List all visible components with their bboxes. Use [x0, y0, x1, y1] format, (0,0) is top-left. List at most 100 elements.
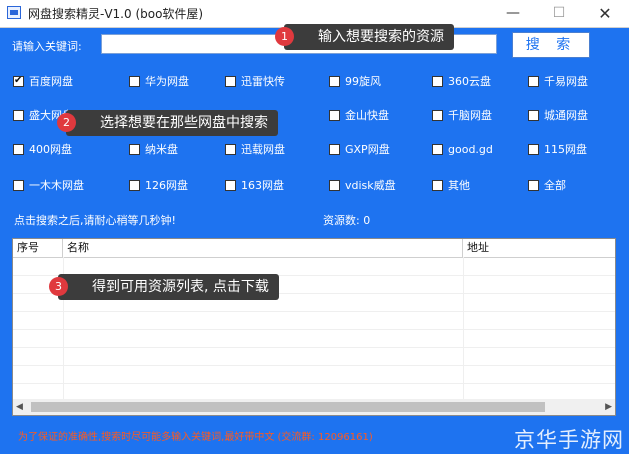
checkbox-label: 99旋风 [345, 75, 381, 88]
checkbox-label: vdisk威盘 [345, 179, 396, 192]
app-window: 网盘搜索精灵-V1.0 (boo软件屋) — ☐ ✕ 请输入关键词: 搜 索 百… [0, 0, 629, 454]
checkbox-label: 400网盘 [29, 143, 72, 156]
callout-text: 得到可用资源列表, 点击下载 [92, 279, 269, 295]
checkbox-label: 360云盘 [448, 75, 491, 88]
checkbox-label: 迅雷快传 [241, 75, 285, 88]
row-divider [13, 347, 615, 348]
scroll-right-icon[interactable]: ▶ [605, 402, 612, 412]
checkbox-box[interactable] [528, 110, 539, 121]
checkbox-box[interactable] [129, 144, 140, 155]
checkbox-box[interactable] [528, 144, 539, 155]
scroll-left-icon[interactable]: ◀ [16, 402, 23, 412]
minimize-button[interactable]: — [490, 0, 536, 27]
search-hint: 点击搜索之后,请耐心稍等几秒钟! [14, 214, 176, 227]
resource-count: 资源数: 0 [323, 214, 371, 227]
callout-2: 2 选择想要在那些网盘中搜索 [57, 110, 278, 136]
close-button[interactable]: ✕ [582, 0, 628, 27]
checkbox-label: 其他 [448, 179, 470, 192]
footer-note: 为了保证的准确性,搜索时尽可能多输入关键词,最好带中文 (交流群: 120961… [18, 432, 373, 443]
checkbox-qiannao[interactable]: 千脑网盘 [432, 109, 492, 125]
results-list[interactable]: 序号 名称 地址 ◀ ▶ [12, 238, 616, 416]
list-header: 序号 名称 地址 [13, 239, 615, 258]
keyword-label: 请输入关键词: [12, 40, 82, 53]
callout-3: 3 得到可用资源列表, 点击下载 [49, 274, 279, 300]
window-title: 网盘搜索精灵-V1.0 (boo软件屋) [28, 7, 204, 21]
checkbox-other[interactable]: 其他 [432, 179, 470, 195]
checkbox-126[interactable]: 126网盘 [129, 179, 188, 195]
checkbox-box[interactable] [329, 144, 340, 155]
checkbox-nami[interactable]: 纳米盘 [129, 143, 178, 159]
callout-number: 3 [49, 277, 68, 296]
checkbox-huawei[interactable]: 华为网盘 [129, 75, 189, 91]
checkbox-box[interactable] [329, 76, 340, 87]
checkbox-box[interactable] [13, 180, 24, 191]
checkbox-label: GXP网盘 [345, 143, 390, 156]
checkbox-baidu[interactable]: 百度网盘 [13, 74, 73, 91]
callout-number: 1 [275, 27, 294, 46]
checkbox-box[interactable] [225, 76, 236, 87]
checkbox-label: 迅载网盘 [241, 143, 285, 156]
checkbox-box[interactable] [432, 76, 443, 87]
checkbox-label: 城通网盘 [544, 109, 588, 122]
callout-text: 输入想要搜索的资源 [318, 29, 444, 45]
checkbox-goodgd[interactable]: good.gd [432, 143, 493, 159]
checkbox-label: 全部 [544, 179, 566, 192]
checkbox-box[interactable] [528, 76, 539, 87]
maximize-button[interactable]: ☐ [536, 0, 582, 27]
checkbox-163[interactable]: 163网盘 [225, 179, 284, 195]
checkbox-box[interactable] [129, 76, 140, 87]
checkbox-box[interactable] [432, 180, 443, 191]
callout-number: 2 [57, 113, 76, 132]
row-divider [13, 311, 615, 312]
checkbox-qianyi[interactable]: 千易网盘 [528, 75, 588, 91]
checkbox-box[interactable] [225, 180, 236, 191]
checkbox-gxp[interactable]: GXP网盘 [329, 143, 390, 159]
column-header-index[interactable]: 序号 [13, 239, 63, 257]
checkbox-xunzai[interactable]: 迅载网盘 [225, 143, 285, 159]
checkbox-box[interactable] [13, 144, 24, 155]
checkbox-box[interactable] [129, 180, 140, 191]
app-icon [7, 6, 21, 19]
checkbox-box[interactable] [329, 110, 340, 121]
checkbox-label: 纳米盘 [145, 143, 178, 156]
checkbox-box[interactable] [329, 180, 340, 191]
checkbox-99[interactable]: 99旋风 [329, 75, 381, 91]
checkbox-label: 千易网盘 [544, 75, 588, 88]
column-header-address[interactable]: 地址 [463, 239, 615, 257]
checkbox-label: 126网盘 [145, 179, 188, 192]
checkbox-label: 千脑网盘 [448, 109, 492, 122]
column-divider [463, 257, 464, 399]
checkbox-yimumu[interactable]: 一木木网盘 [13, 179, 84, 195]
checkbox-vdisk[interactable]: vdisk威盘 [329, 179, 396, 195]
horizontal-scrollbar[interactable]: ◀ ▶ [13, 399, 615, 415]
checkbox-chengtong[interactable]: 城通网盘 [528, 109, 588, 125]
checkbox-xunlei[interactable]: 迅雷快传 [225, 75, 285, 91]
column-header-name[interactable]: 名称 [63, 239, 463, 257]
row-divider [13, 329, 615, 330]
search-button[interactable]: 搜 索 [512, 32, 590, 58]
checkbox-360[interactable]: 360云盘 [432, 75, 491, 91]
row-divider [13, 383, 615, 384]
callout-text: 选择想要在那些网盘中搜索 [100, 115, 268, 131]
checkbox-all[interactable]: 全部 [528, 179, 566, 195]
checkbox-box[interactable] [13, 74, 24, 88]
site-watermark: 京华手游网 [514, 428, 624, 452]
checkbox-label: 163网盘 [241, 179, 284, 192]
checkbox-box[interactable] [225, 144, 236, 155]
checkbox-label: 一木木网盘 [29, 179, 84, 192]
checkbox-label: 百度网盘 [29, 75, 73, 88]
scroll-thumb[interactable] [31, 402, 545, 412]
checkbox-label: good.gd [448, 143, 493, 156]
checkbox-box[interactable] [432, 144, 443, 155]
checkbox-label: 华为网盘 [145, 75, 189, 88]
checkbox-box[interactable] [432, 110, 443, 121]
checkbox-box[interactable] [528, 180, 539, 191]
checkbox-box[interactable] [13, 110, 24, 121]
checkbox-400[interactable]: 400网盘 [13, 143, 72, 159]
checkbox-jinshan[interactable]: 金山快盘 [329, 109, 389, 125]
checkbox-115[interactable]: 115网盘 [528, 143, 587, 159]
row-divider [13, 365, 615, 366]
checkbox-label: 115网盘 [544, 143, 587, 156]
callout-1: 1 输入想要搜索的资源 [275, 24, 454, 50]
checkbox-label: 金山快盘 [345, 109, 389, 122]
